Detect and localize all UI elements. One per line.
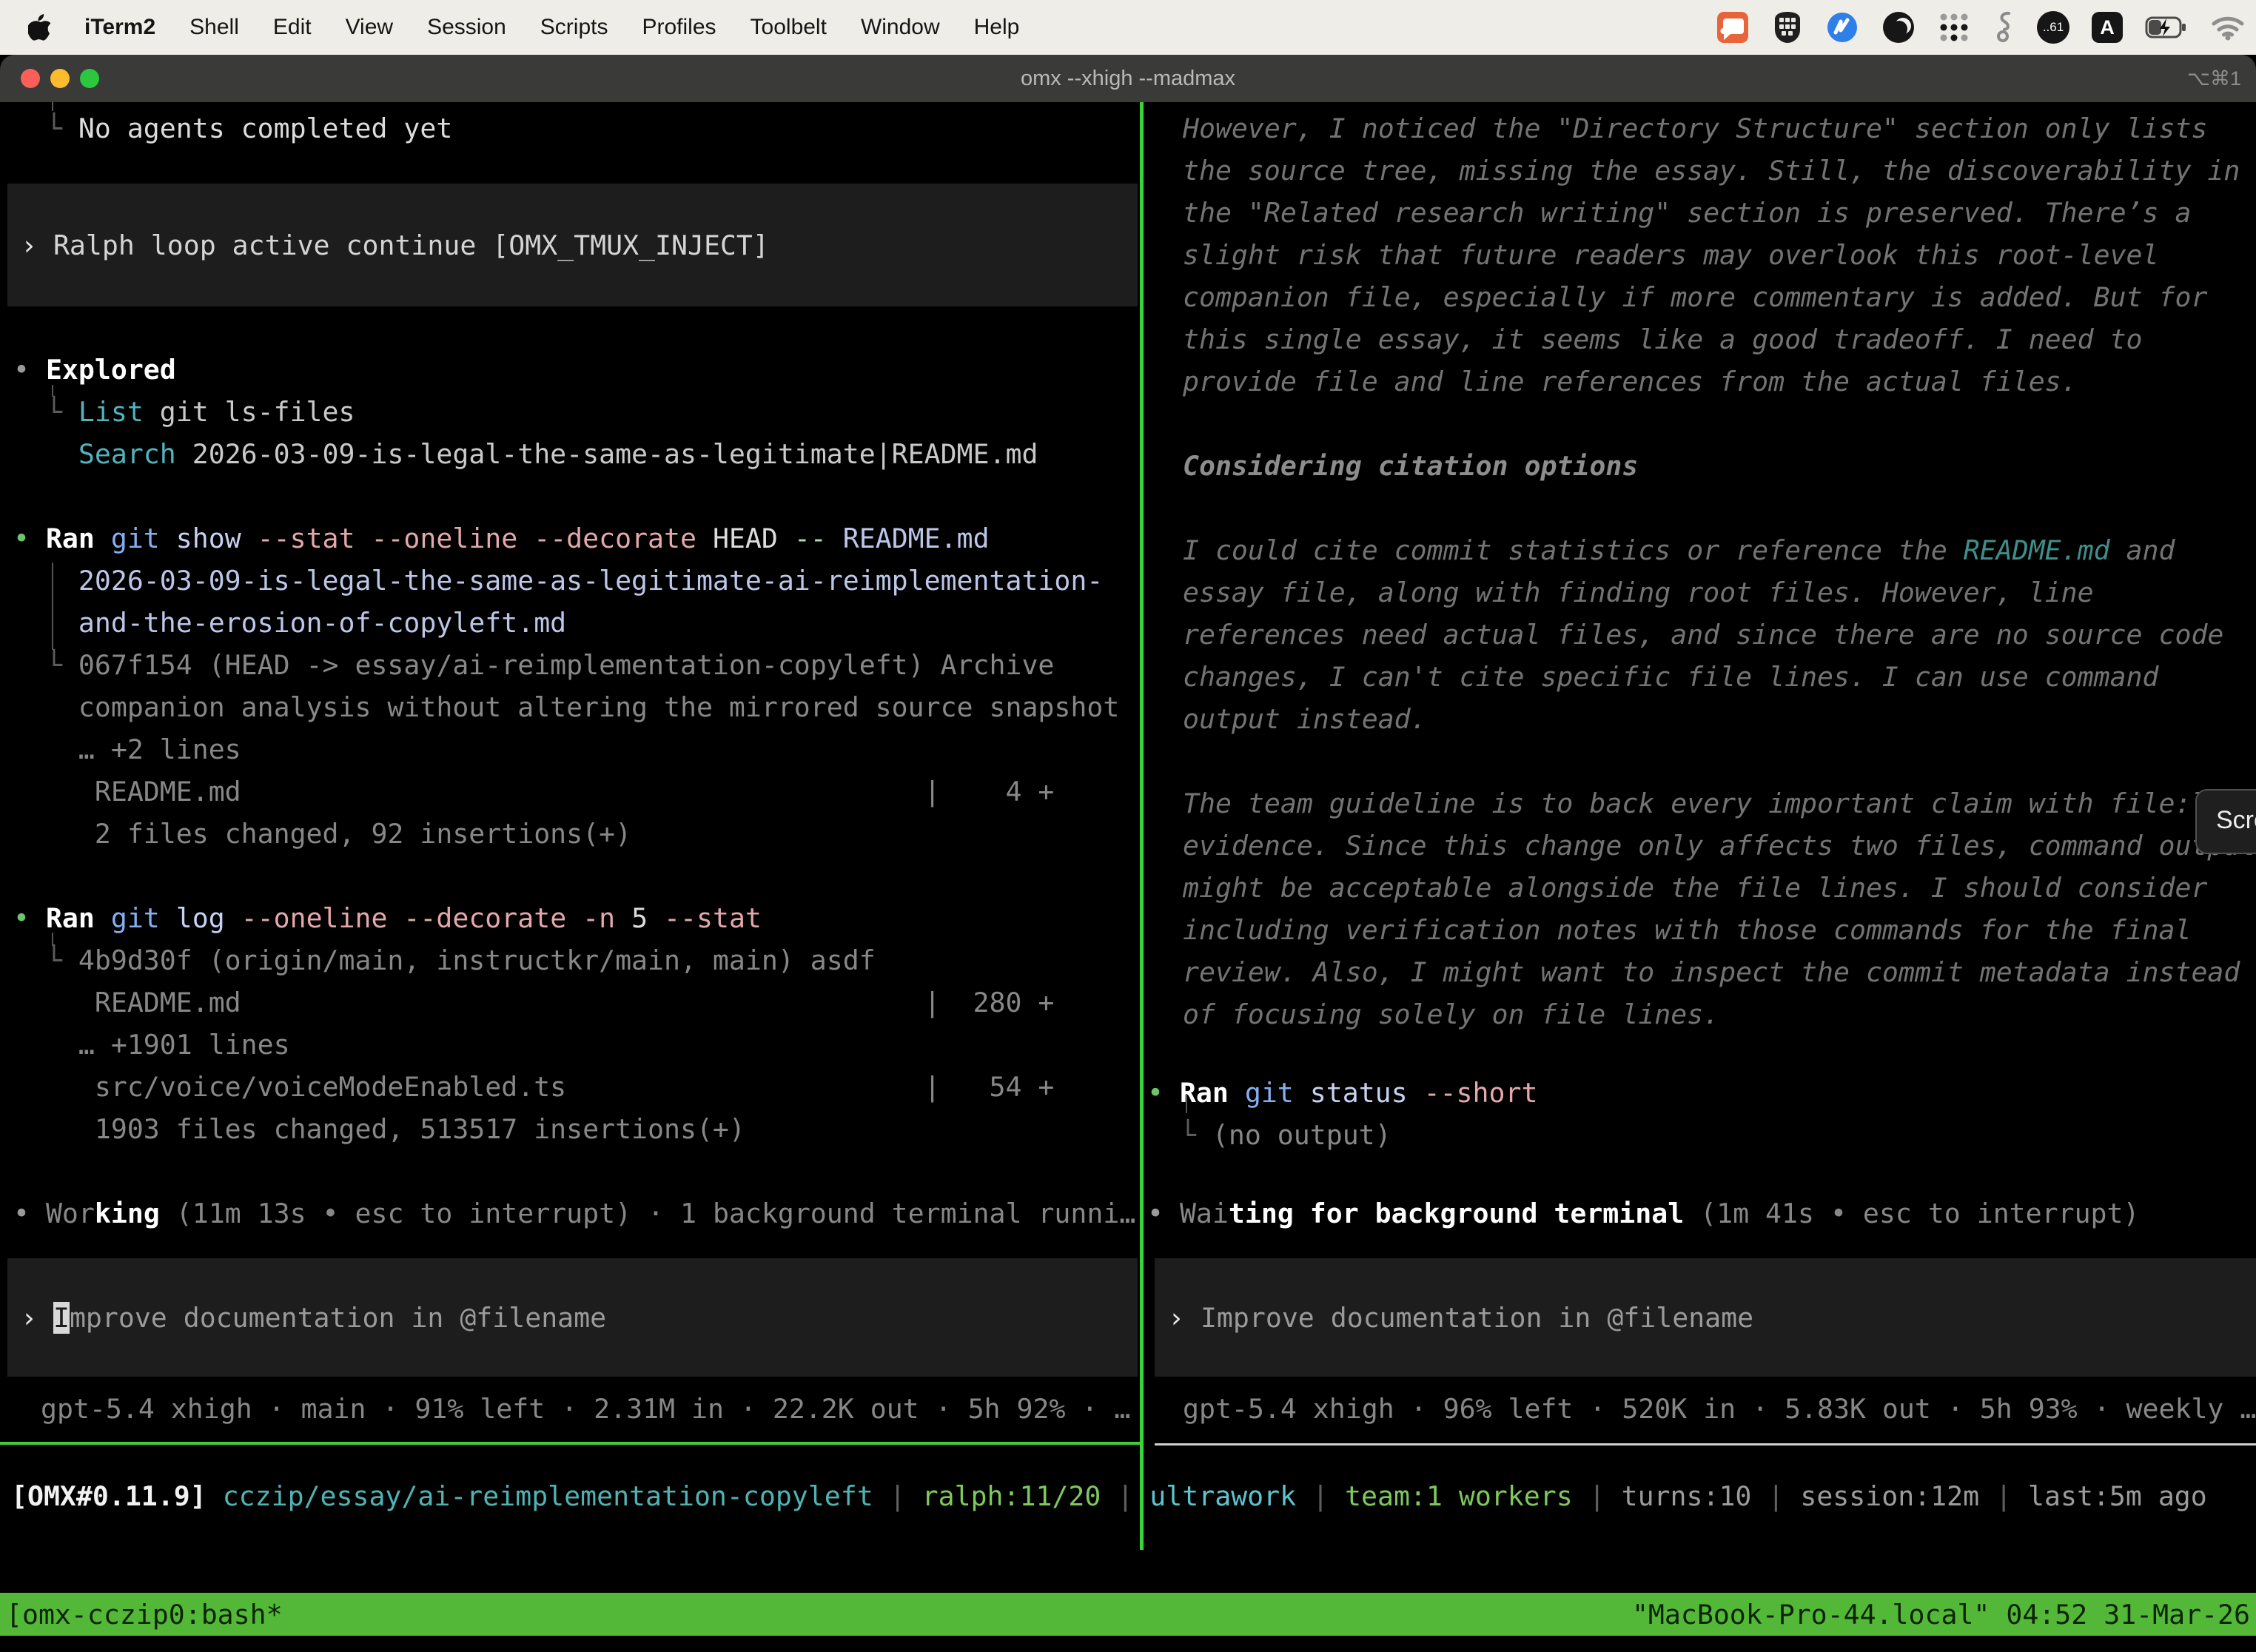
terminal-line: companion analysis without altering the … — [13, 691, 1119, 724]
terminal-line: └ 067f154 (HEAD -> essay/ai-reimplementa… — [13, 649, 1054, 682]
input-source-icon[interactable]: A — [2092, 12, 2123, 43]
terminal-line: The team guideline is to back every impo… — [1183, 788, 2256, 820]
percent-badge-icon[interactable]: ..61 — [2037, 11, 2069, 44]
terminal-line: provide file and line references from th… — [1183, 366, 2078, 398]
terminal-line: I could cite commit statistics or refere… — [1183, 534, 2175, 567]
terminal-line: might be acceptable alongside the file l… — [1183, 872, 2207, 904]
tmux-session-label[interactable]: [omx-cczip0:bash* — [0, 1599, 283, 1631]
crescent-icon[interactable] — [1881, 10, 1916, 44]
input-source-label: A — [2100, 16, 2115, 39]
ralph-loop-text: Ralph loop active continue [OMX_TMUX_INJ… — [53, 229, 769, 261]
terminal-line: companion file, especially if more comme… — [1183, 281, 2207, 314]
menu-item-toolbelt[interactable]: Toolbelt — [751, 15, 827, 40]
terminal-line: essay file, along with finding root file… — [1183, 577, 2094, 609]
percent-badge-label: ..61 — [2043, 20, 2064, 35]
terminal-line: and-the-erosion-of-copyleft.md — [13, 607, 566, 639]
terminal-line: 1903 files changed, 513517 insertions(+) — [13, 1113, 745, 1146]
terminal-line: • Waiting for background terminal (1m 41… — [1147, 1198, 2139, 1230]
tree-guide-line — [1186, 1094, 1187, 1113]
chat-icon[interactable] — [1716, 10, 1750, 44]
terminal-line: • Working (11m 13s • esc to interrupt) ·… — [13, 1198, 1135, 1230]
screen-tooltip: Scre — [2195, 789, 2256, 854]
terminal-line: this single essay, it seems like a good … — [1183, 323, 2143, 356]
left-pane-border — [0, 1442, 1140, 1445]
text-cursor: I — [53, 1302, 70, 1334]
terminal-line: … +1901 lines — [13, 1029, 290, 1061]
tree-guide-line — [52, 563, 53, 650]
prompt-chevron: › — [21, 229, 53, 261]
tmux-host-clock: "MacBook-Pro-44.local" 04:52 31-Mar-26 — [1632, 1599, 2256, 1631]
terminal-line: Considering citation options — [1183, 450, 1638, 483]
zigzag-badge-icon[interactable] — [1825, 10, 1859, 44]
left-pane: › Ralph loop active continue [OMX_TMUX_I… — [0, 102, 1140, 1550]
terminal-line: slight risk that future readers may over… — [1183, 239, 2159, 272]
terminal-line: src/voice/voiceModeEnabled.ts | 54 + — [13, 1071, 1054, 1104]
right-input-text: Improve documentation in @filename — [1201, 1302, 1753, 1334]
window-title: omx --xhigh --madmax — [0, 55, 2256, 102]
ralph-loop-box: › Ralph loop active continue [OMX_TMUX_I… — [7, 184, 1138, 306]
terminal-line: of focusing solely on file lines. — [1183, 998, 1719, 1031]
tmux-status-bar: [omx-cczip0:bash* "MacBook-Pro-44.local"… — [0, 1593, 2256, 1636]
terminal-line: review. Also, I might want to inspect th… — [1183, 956, 2240, 989]
menu-item-view[interactable]: View — [346, 15, 393, 40]
menu-item-window[interactable]: Window — [861, 15, 940, 40]
left-input-text: mprove documentation in @filename — [70, 1302, 606, 1334]
left-input-box[interactable]: › Improve documentation in @filename — [7, 1258, 1138, 1377]
window-titlebar: omx --xhigh --madmax ⌥⌘1 — [0, 55, 2256, 102]
right-pane-border — [1155, 1443, 2256, 1446]
menu-status-icons: ..61 A — [1716, 0, 2246, 55]
terminal-line: Search 2026-03-09-is-legal-the-same-as-l… — [13, 438, 1038, 471]
terminal-line: the "Related research writing" section i… — [1183, 197, 2191, 229]
omx-status-bar: [OMX#0.11.9] cczip/essay/ai-reimplementa… — [11, 1480, 2207, 1513]
terminal-line: gpt-5.4 xhigh · main · 91% left · 2.31M … — [41, 1393, 1130, 1426]
terminal-line: • Ran git log --oneline --decorate -n 5 … — [13, 902, 762, 935]
terminal-line: 2026-03-09-is-legal-the-same-as-legitima… — [13, 565, 1103, 597]
screen: iTerm2 Shell Edit View Session Scripts Profile… — [0, 0, 2256, 1652]
terminal-line: • Explored — [13, 354, 176, 386]
terminal-line: evidence. Since this change only affects… — [1183, 830, 2256, 862]
apple-menu-icon[interactable] — [28, 14, 50, 41]
terminal-line: README.md | 280 + — [13, 987, 1054, 1019]
wifi-icon[interactable] — [2210, 14, 2246, 41]
terminal-line: └ 4b9d30f (origin/main, instructkr/main,… — [13, 944, 876, 977]
tree-guide-line — [52, 933, 53, 946]
menu-item-scripts[interactable]: Scripts — [540, 15, 608, 40]
terminal: › Ralph loop active continue [OMX_TMUX_I… — [0, 102, 2256, 1593]
dots-grid-icon[interactable] — [1938, 11, 1970, 44]
terminal-line: 2 files changed, 92 insertions(+) — [13, 818, 631, 850]
terminal-line: including verification notes with those … — [1183, 914, 2191, 947]
window-shortcut: ⌥⌘1 — [2187, 55, 2241, 102]
menu-item-list: iTerm2 Shell Edit View Session Scripts Profile… — [84, 15, 1053, 40]
tree-guide-line — [52, 385, 53, 397]
prompt-chevron: › — [1168, 1302, 1201, 1334]
terminal-line: └ List git ls-files — [13, 396, 355, 429]
terminal-line: … +2 lines — [13, 733, 241, 766]
tree-guide-line — [52, 102, 53, 111]
menu-item-help[interactable]: Help — [974, 15, 1020, 40]
menu-item-iterm2[interactable]: iTerm2 — [84, 15, 155, 40]
terminal-line: README.md | 4 + — [13, 776, 1054, 808]
terminal-line: references need actual files, and since … — [1183, 619, 2223, 651]
menu-item-edit[interactable]: Edit — [273, 15, 312, 40]
terminal-line: changes, I can't cite specific file line… — [1183, 661, 2159, 694]
shield-grid-icon[interactable] — [1772, 10, 1803, 44]
prompt-chevron: › — [21, 1302, 53, 1334]
terminal-line: gpt-5.4 xhigh · 96% left · 520K in · 5.8… — [1183, 1393, 2256, 1426]
pane-divider[interactable] — [1140, 102, 1144, 1550]
right-input-box[interactable]: › Improve documentation in @filename — [1155, 1258, 2256, 1377]
terminal-line: the source tree, missing the essay. Stil… — [1183, 155, 2240, 187]
menu-item-session[interactable]: Session — [427, 15, 506, 40]
right-pane: › Improve documentation in @filename How… — [1144, 102, 2256, 1550]
menu-item-profiles[interactable]: Profiles — [642, 15, 716, 40]
terminal-line: However, I noticed the "Directory Struct… — [1183, 113, 2207, 145]
hook-icon[interactable] — [1993, 10, 2015, 45]
terminal-line: output instead. — [1183, 703, 1427, 736]
menu-bar: iTerm2 Shell Edit View Session Scripts Profile… — [0, 0, 2256, 55]
terminal-line: └ No agents completed yet — [13, 113, 452, 145]
battery-icon[interactable] — [2145, 16, 2188, 39]
menu-item-shell[interactable]: Shell — [189, 15, 239, 40]
terminal-line: • Ran git show --stat --oneline --decora… — [13, 523, 990, 555]
terminal-line: └ (no output) — [1147, 1119, 1391, 1152]
terminal-line: • Ran git status --short — [1147, 1077, 1537, 1109]
